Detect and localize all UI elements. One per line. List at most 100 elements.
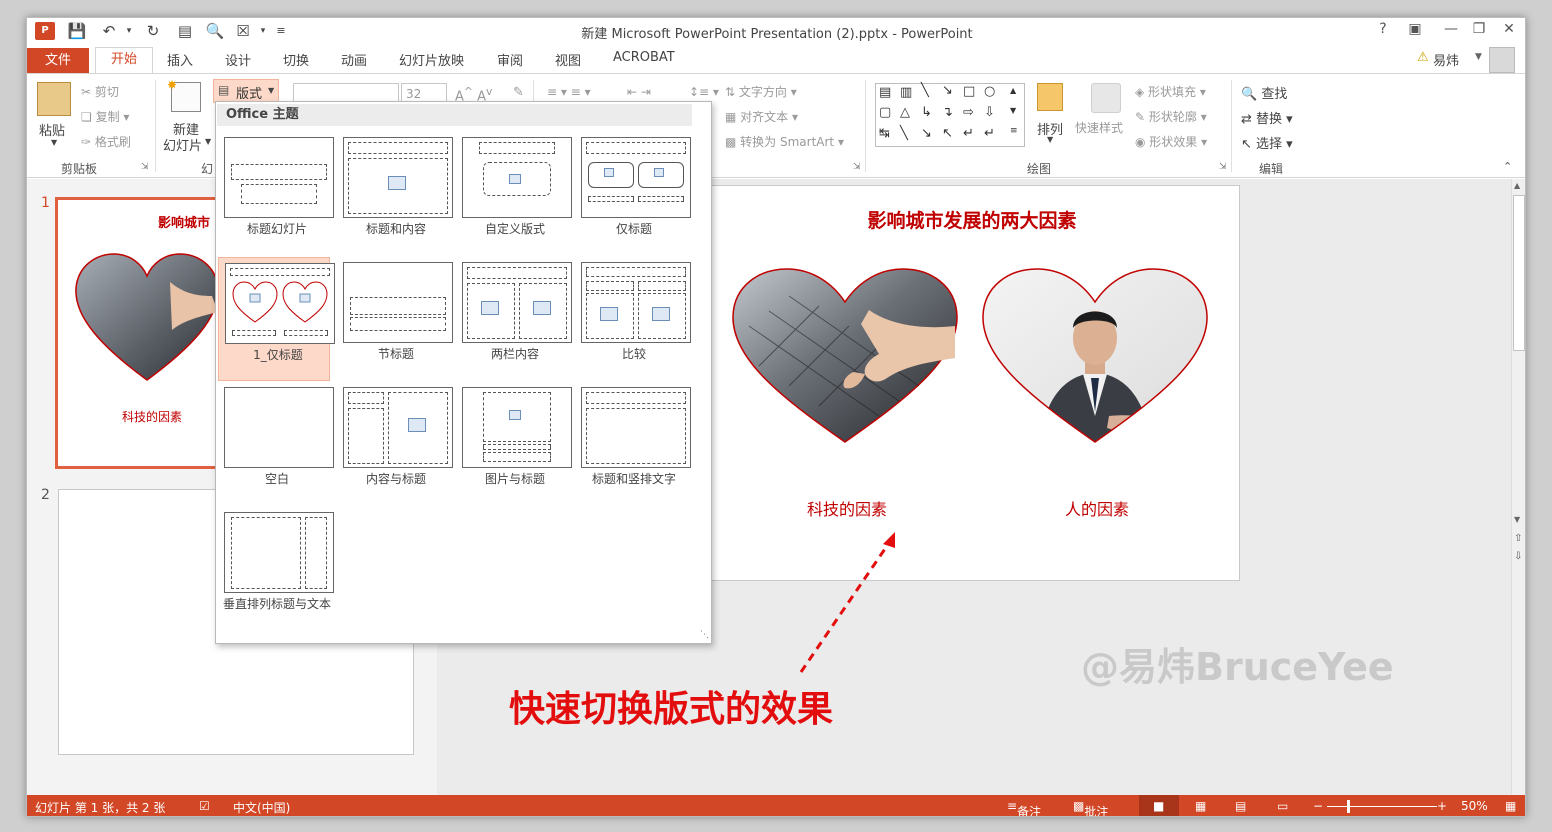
arrange-icon[interactable] [1037, 83, 1063, 111]
layout-title-slide[interactable]: 标题幻灯片 [218, 132, 334, 252]
new-slide-label-2[interactable]: 幻灯片 [163, 135, 202, 154]
shape-fill-button[interactable]: ◈ 形状填充 ▾ [1135, 83, 1206, 100]
freeform-icon[interactable]: ↹ [879, 126, 890, 141]
new-slide-dropdown-icon[interactable]: ▼ [205, 137, 211, 146]
layout-button[interactable]: ▤ 版式 ▼ [213, 79, 279, 103]
scrollbar-thumb[interactable] [1513, 195, 1525, 351]
select-button[interactable]: ↖ 选择 ▾ [1241, 133, 1293, 152]
scroll-down-icon[interactable]: ▼ [1514, 515, 1520, 524]
right-arrow-icon[interactable]: ⇨ [963, 105, 974, 120]
paste-dropdown-icon[interactable]: ▼ [51, 138, 57, 147]
layout-title-only[interactable]: 仅标题 [575, 132, 691, 252]
zoom-slider-thumb[interactable] [1347, 800, 1350, 813]
clipboard-launcher-icon[interactable]: ⇲ [141, 162, 149, 172]
drawing-launcher-icon[interactable]: ⇲ [1219, 162, 1227, 172]
shapes-gallery[interactable]: ▤ ▥ ╲ ↘ □ ○ ▢ △ ↳ ↴ ⇨ ⇩ ↹ ╲ ↘ ↖ ↵ ↵ ▲ ▼ … [875, 83, 1025, 147]
convert-smartart-button[interactable]: ▩ 转换为 SmartArt ▾ [725, 133, 844, 150]
zoom-slider[interactable] [1327, 806, 1437, 807]
triangle-icon[interactable]: △ [900, 105, 910, 120]
down-arrow-icon[interactable]: ⇩ [984, 105, 995, 120]
shape-outline-button[interactable]: ✎ 形状轮廓 ▾ [1135, 108, 1207, 125]
text-direction-button[interactable]: ⇅ 文字方向 ▾ [725, 83, 797, 100]
layout-1-title-only[interactable]: 1_仅标题 [218, 257, 335, 381]
layout-title-and-content[interactable]: 标题和内容 [337, 132, 453, 252]
layout-comparison[interactable]: 比较 [575, 257, 691, 377]
caption-technology[interactable]: 科技的因素 [747, 496, 947, 520]
zoom-in-icon[interactable]: + [1437, 799, 1447, 813]
clear-format-icon[interactable]: ✎ [513, 85, 524, 100]
oval-icon[interactable]: ○ [984, 84, 995, 99]
gallery-up-icon[interactable]: ▲ [1010, 86, 1016, 95]
layout-blank[interactable]: 空白 [218, 382, 334, 502]
previous-slide-icon[interactable]: ⇧ [1514, 533, 1522, 544]
layout-picture-with-caption[interactable]: 图片与标题 [456, 382, 572, 502]
layout-two-content[interactable]: 两栏内容 [456, 257, 572, 377]
scroll-up-icon[interactable]: ▲ [1514, 181, 1520, 190]
find-button[interactable]: 🔍 查找 [1241, 83, 1287, 102]
layout-custom[interactable]: 自定义版式 [456, 132, 572, 252]
tab-slideshow[interactable]: 幻灯片放映 [399, 50, 464, 69]
caption-people[interactable]: 人的因素 [997, 496, 1197, 520]
layout-title-and-vertical-text[interactable]: 标题和竖排文字 [575, 382, 691, 502]
quick-styles-icon[interactable] [1091, 83, 1121, 113]
elbow-connector-icon[interactable]: ↵ [963, 126, 974, 141]
tab-acrobat[interactable]: ACROBAT [613, 50, 675, 65]
reading-view-icon[interactable]: ▤ [1235, 799, 1246, 813]
align-text-button[interactable]: ▦ 对齐文本 ▾ [725, 108, 798, 125]
tab-review[interactable]: 审阅 [497, 50, 523, 69]
tab-insert[interactable]: 插入 [167, 50, 193, 69]
line-icon[interactable]: ╲ [921, 83, 929, 98]
indent-icon[interactable]: ⇤ ⇥ [627, 85, 651, 99]
diagonal-arrow-icon[interactable]: ↘ [921, 126, 932, 141]
zoom-out-icon[interactable]: − [1313, 799, 1323, 813]
user-dropdown-icon[interactable]: ▼ [1475, 52, 1482, 62]
gallery-more-icon[interactable]: ≡ [1010, 126, 1018, 136]
avatar[interactable] [1489, 47, 1515, 73]
zoom-level[interactable]: 50% [1461, 799, 1488, 813]
layout-section-header[interactable]: 节标题 [337, 257, 453, 377]
elbow-connector-2-icon[interactable]: ↵ [984, 126, 995, 141]
user-name[interactable]: 易炜 [1433, 50, 1459, 69]
rounded-rect-icon[interactable]: ▢ [879, 105, 891, 120]
shape-effects-button[interactable]: ◉ 形状效果 ▾ [1135, 133, 1207, 150]
ribbon-display-options-icon[interactable]: ▣ [1401, 21, 1429, 37]
format-painter-button[interactable]: ✑ 格式刷 [81, 133, 131, 150]
slideshow-view-icon[interactable]: ▭ [1277, 799, 1288, 813]
comments-button[interactable]: ▩ 批注 [1073, 799, 1108, 816]
paste-button[interactable]: 粘贴 [39, 120, 65, 139]
vertical-scrollbar[interactable]: ▲ ▼ ⇧ ⇩ [1511, 179, 1525, 795]
fit-to-window-icon[interactable]: ▦ [1505, 799, 1516, 813]
heart-image-businessman[interactable] [979, 266, 1211, 446]
quick-styles-button[interactable]: 快速样式 [1075, 119, 1123, 136]
slide-title[interactable]: 影响城市发展的两大因素 [705, 206, 1239, 233]
tab-view[interactable]: 视图 [555, 50, 581, 69]
elbow-arrow-icon[interactable]: ↴ [942, 105, 953, 120]
paragraph-launcher-icon[interactable]: ⇲ [853, 162, 861, 172]
tab-file[interactable]: 文件 [27, 48, 89, 73]
tab-transitions[interactable]: 切换 [283, 50, 309, 69]
vertical-textbox-icon[interactable]: ▥ [900, 85, 912, 100]
gallery-down-icon[interactable]: ▼ [1010, 106, 1016, 115]
line-spacing-icon[interactable]: ↕≡ ▾ [689, 85, 719, 99]
curved-connector-icon[interactable]: ↖ [942, 126, 953, 141]
layout-content-with-caption[interactable]: 内容与标题 [337, 382, 453, 502]
bullets-icon[interactable]: ≡ ▾ ≡ ▾ [547, 85, 591, 99]
textbox-icon[interactable]: ▤ [879, 85, 891, 100]
language-status[interactable]: 中文(中国) [233, 799, 290, 816]
close-icon[interactable]: ✕ [1495, 21, 1523, 37]
restore-icon[interactable]: ❐ [1465, 21, 1493, 37]
layout-vertical-title-and-text[interactable]: 垂直排列标题与文本 [218, 507, 334, 639]
help-button[interactable]: ? [1369, 21, 1397, 37]
arrange-dropdown-icon[interactable]: ▼ [1047, 135, 1053, 144]
notes-button[interactable]: ≡ 备注 [1007, 799, 1041, 816]
spell-check-icon[interactable]: ☑ [199, 799, 210, 813]
diagonal-line-icon[interactable]: ╲ [900, 126, 908, 141]
copy-button[interactable]: ❏ 复制 ▾ [81, 108, 129, 125]
current-slide[interactable]: 影响城市发展的两大因素 科技的因素 人的因素 [704, 185, 1240, 581]
collapse-ribbon-icon[interactable]: ⌃ [1503, 160, 1512, 173]
rectangle-icon[interactable]: □ [963, 84, 975, 99]
normal-view-icon[interactable]: ■ [1153, 799, 1164, 813]
next-slide-icon[interactable]: ⇩ [1514, 551, 1522, 562]
cut-button[interactable]: ✂ 剪切 [81, 83, 119, 100]
tab-animations[interactable]: 动画 [341, 50, 367, 69]
